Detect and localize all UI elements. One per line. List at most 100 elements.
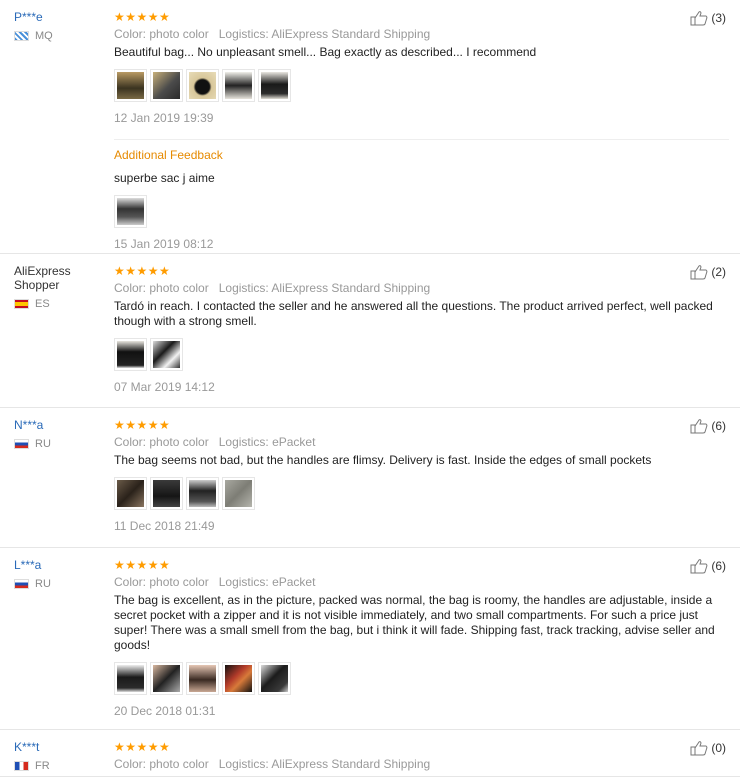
review-body: ★★★★★ Color: photo color Logistics: ePack… — [114, 418, 729, 533]
reviewer-name[interactable]: AliExpress Shopper — [14, 264, 104, 292]
review-photos — [114, 662, 729, 695]
color-attribute: Color: photo color — [114, 435, 209, 449]
helpful-button[interactable]: (0) — [690, 740, 726, 756]
review-item: K***t FR ★★★★★ Color: photo color Logisti… — [0, 730, 740, 777]
review-item: AliExpress Shopper ES ★★★★★ Color: photo… — [0, 254, 740, 408]
star-rating: ★★★★★ — [114, 740, 171, 754]
review-photo[interactable] — [150, 338, 183, 371]
review-item: P***e MQ ★★★★★ Color: photo color Logisti… — [0, 0, 740, 254]
review-photo[interactable] — [186, 69, 219, 102]
review-photo[interactable] — [150, 662, 183, 695]
review-photo[interactable] — [114, 69, 147, 102]
color-attribute: Color: photo color — [114, 27, 209, 41]
country-code: MQ — [35, 30, 53, 42]
reviewer-info: AliExpress Shopper ES — [14, 264, 104, 310]
star-rating: ★★★★★ — [114, 418, 171, 432]
color-attribute: Color: photo color — [114, 281, 209, 295]
reviewer-country: RU — [14, 438, 104, 450]
country-code: RU — [35, 578, 51, 590]
helpful-button[interactable]: (6) — [690, 418, 726, 434]
reviewer-country: MQ — [14, 30, 104, 42]
reviewer-name[interactable]: P***e — [14, 10, 104, 24]
review-body: ★★★★★ Color: photo color Logistics: AliEx… — [114, 740, 729, 771]
review-item: N***a RU ★★★★★ Color: photo color Logisti… — [0, 408, 740, 548]
review-photo[interactable] — [258, 662, 291, 695]
review-text: Beautiful bag... No unpleasant smell... … — [114, 45, 537, 59]
flag-icon — [14, 579, 29, 589]
reviewer-name[interactable]: L***a — [14, 558, 104, 572]
reviewer-info: N***a RU — [14, 418, 104, 450]
helpful-button[interactable]: (2) — [690, 264, 726, 280]
photo-image — [117, 480, 144, 507]
additional-feedback: Additional Feedback superbe sac j aime 1… — [114, 139, 729, 251]
logistics-attribute: Logistics: AliExpress Standard Shipping — [218, 281, 431, 295]
review-photo[interactable] — [186, 477, 219, 510]
helpful-count: (6) — [711, 559, 726, 573]
photo-image — [153, 665, 180, 692]
review-photo[interactable] — [222, 477, 255, 510]
helpful-button[interactable]: (3) — [690, 10, 726, 26]
photo-image — [117, 198, 144, 225]
helpful-count: (0) — [711, 741, 726, 755]
reviewer-name[interactable]: N***a — [14, 418, 104, 432]
review-photo[interactable] — [114, 195, 147, 228]
review-meta: Color: photo color Logistics: ePacket — [114, 575, 729, 589]
review-date: 20 Dec 2018 01:31 — [114, 704, 216, 718]
review-photo[interactable] — [114, 662, 147, 695]
review-date: 07 Mar 2019 14:12 — [114, 380, 215, 394]
country-code: FR — [35, 760, 50, 772]
thumbs-up-icon — [690, 559, 708, 574]
helpful-count: (2) — [711, 265, 726, 279]
country-code: ES — [35, 298, 50, 310]
photo-image — [225, 480, 252, 507]
reviewer-country: RU — [14, 578, 104, 590]
star-rating: ★★★★★ — [114, 10, 171, 24]
review-photo[interactable] — [258, 69, 291, 102]
logistics-attribute: Logistics: AliExpress Standard Shipping — [218, 27, 431, 41]
logistics-attribute: Logistics: ePacket — [218, 575, 316, 589]
photo-image — [261, 72, 288, 99]
thumbs-up-icon — [690, 419, 708, 434]
review-photo[interactable] — [186, 662, 219, 695]
helpful-count: (3) — [711, 11, 726, 25]
review-photo[interactable] — [222, 69, 255, 102]
photo-image — [189, 480, 216, 507]
review-photo[interactable] — [222, 662, 255, 695]
photo-image — [117, 72, 144, 99]
thumbs-up-icon — [690, 11, 708, 26]
flag-icon — [14, 31, 29, 41]
review-photo[interactable] — [150, 477, 183, 510]
review-date: 12 Jan 2019 19:39 — [114, 111, 214, 125]
review-meta: Color: photo color Logistics: ePacket — [114, 435, 729, 449]
star-rating: ★★★★★ — [114, 264, 171, 278]
review-body: ★★★★★ Color: photo color Logistics: ePack… — [114, 558, 729, 718]
reviewer-info: K***t FR — [14, 740, 104, 772]
reviewer-info: L***a RU — [14, 558, 104, 590]
photo-image — [261, 665, 288, 692]
flag-icon — [14, 299, 29, 309]
flag-icon — [14, 761, 29, 771]
thumbs-up-icon — [690, 741, 708, 756]
review-body: ★★★★★ Color: photo color Logistics: AliEx… — [114, 264, 729, 394]
review-meta: Color: photo color Logistics: AliExpress … — [114, 281, 729, 295]
review-photo[interactable] — [114, 338, 147, 371]
additional-feedback-photos — [114, 195, 729, 228]
reviewer-country: FR — [14, 760, 104, 772]
photo-image — [117, 341, 144, 368]
review-photo[interactable] — [114, 477, 147, 510]
helpful-button[interactable]: (6) — [690, 558, 726, 574]
photo-image — [189, 665, 216, 692]
photo-image — [153, 480, 180, 507]
review-meta: Color: photo color Logistics: AliExpress … — [114, 757, 729, 771]
review-text: Tardó in reach. I contacted the seller a… — [114, 299, 713, 328]
thumbs-up-icon — [690, 265, 708, 280]
color-attribute: Color: photo color — [114, 757, 209, 771]
reviewer-country: ES — [14, 298, 104, 310]
review-text: The bag is excellent, as in the picture,… — [114, 593, 715, 652]
reviewer-name[interactable]: K***t — [14, 740, 104, 754]
photo-image — [153, 341, 180, 368]
photo-image — [225, 665, 252, 692]
additional-feedback-date: 15 Jan 2019 08:12 — [114, 237, 214, 251]
review-photo[interactable] — [150, 69, 183, 102]
review-photos — [114, 477, 729, 510]
